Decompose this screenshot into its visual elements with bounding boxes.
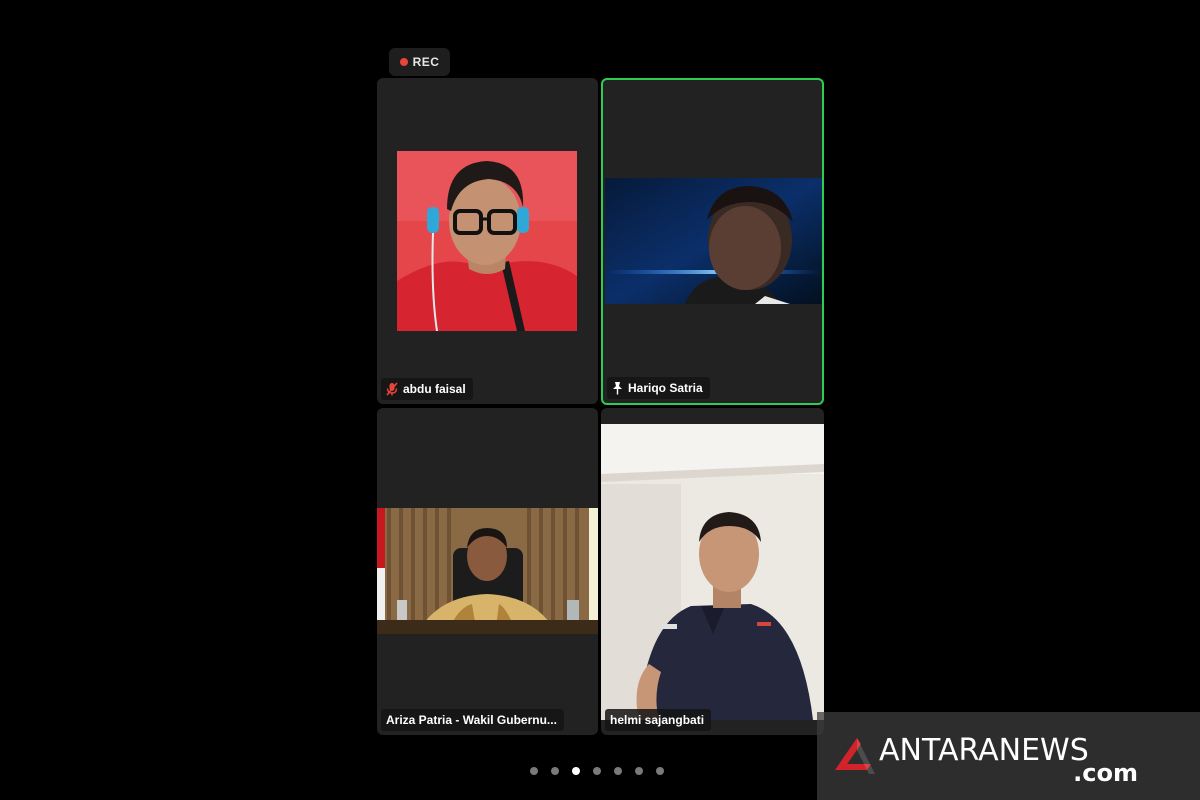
- page-dot[interactable]: [614, 767, 622, 775]
- participant-video: [601, 424, 824, 720]
- mic-muted-icon: [386, 382, 398, 396]
- participant-tile-helmi-sajangbati[interactable]: helmi sajangbati: [601, 408, 824, 735]
- page-dot[interactable]: [635, 767, 643, 775]
- participant-name-tag: Hariqo Satria: [607, 377, 710, 399]
- participant-tile-hariqo-satria[interactable]: Hariqo Satria: [601, 78, 824, 405]
- recording-dot-icon: [399, 58, 408, 66]
- watermark-brand: ANTARANEWS: [879, 733, 1089, 768]
- page-dot[interactable]: [593, 767, 601, 775]
- participant-name: Ariza Patria - Wakil Gubernu...: [386, 713, 557, 727]
- recording-label: REC: [412, 55, 440, 69]
- page-dot[interactable]: [656, 767, 664, 775]
- page-dot-current[interactable]: [572, 767, 580, 775]
- participant-video: [605, 178, 822, 304]
- participant-name: helmi sajangbati: [610, 713, 705, 727]
- page-dot[interactable]: [551, 767, 559, 775]
- participant-video: [377, 508, 598, 634]
- participant-name: abdu faisal: [403, 382, 466, 396]
- meeting-gallery-view: REC abdu faisal Hariqo Satria Ariza Patr…: [0, 0, 1200, 800]
- participant-video: [397, 151, 577, 331]
- participant-tile-ariza-patria[interactable]: Ariza Patria - Wakil Gubernu...: [377, 408, 598, 735]
- participant-tile-abdu-faisal[interactable]: abdu faisal: [377, 78, 598, 404]
- watermark-suffix: .com: [1073, 759, 1138, 787]
- antaranews-watermark: ANTARANEWS .com: [817, 712, 1200, 800]
- antara-logo-icon: [835, 738, 875, 774]
- participant-name-tag: abdu faisal: [381, 378, 473, 400]
- participant-name-tag: helmi sajangbati: [605, 709, 712, 731]
- participant-name: Hariqo Satria: [628, 381, 703, 395]
- participant-name-tag: Ariza Patria - Wakil Gubernu...: [381, 709, 564, 731]
- recording-indicator[interactable]: REC: [389, 48, 450, 76]
- page-dot[interactable]: [530, 767, 538, 775]
- pin-icon: [613, 382, 622, 395]
- gallery-pagination: [530, 767, 664, 775]
